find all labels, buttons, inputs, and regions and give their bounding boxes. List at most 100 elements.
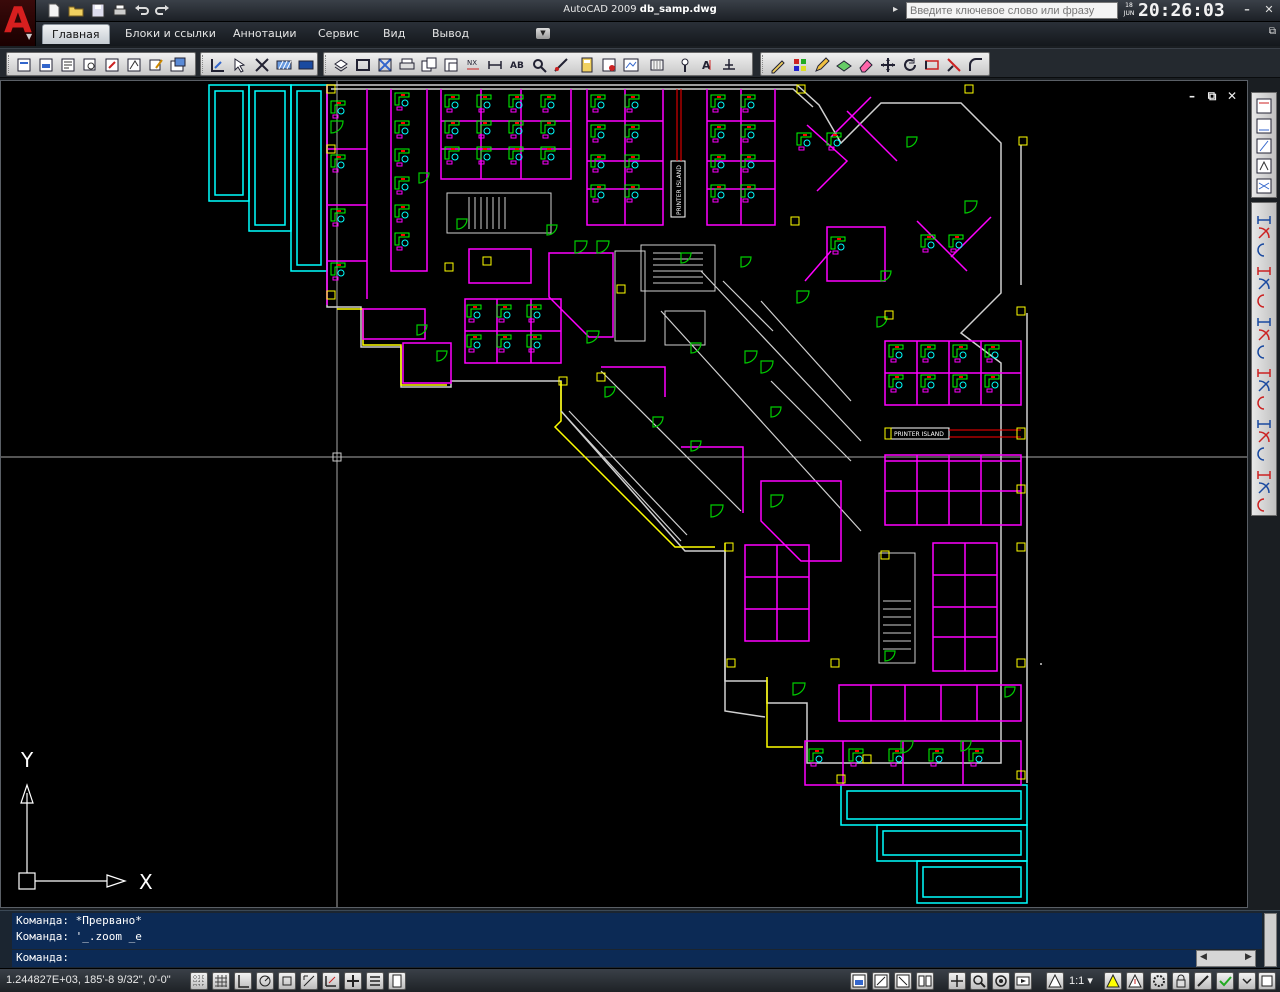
dim-linear-icon[interactable] <box>1255 207 1273 225</box>
paste-icon[interactable] <box>442 56 460 74</box>
status-menu-icon[interactable] <box>1238 972 1256 990</box>
rotate-icon[interactable] <box>901 56 919 74</box>
center-mark-icon[interactable] <box>1255 445 1273 463</box>
eraser-icon[interactable] <box>857 56 875 74</box>
tolerance-icon[interactable] <box>1255 428 1273 446</box>
quick-view-layouts-icon[interactable] <box>916 972 934 990</box>
pan-icon[interactable] <box>948 972 966 990</box>
dim-arc-length-icon[interactable] <box>1255 241 1273 259</box>
pin-icon[interactable] <box>676 56 694 74</box>
dim-diameter-icon[interactable] <box>1255 309 1273 327</box>
layer-state-icon[interactable] <box>835 56 853 74</box>
plotter-icon[interactable] <box>398 56 416 74</box>
hatch-icon[interactable] <box>275 56 293 74</box>
lineweight-icon[interactable] <box>366 972 384 990</box>
copy-icon[interactable] <box>420 56 438 74</box>
dim-aligned-side-icon[interactable] <box>1255 117 1273 135</box>
tab-tools[interactable]: Сервис <box>309 24 368 44</box>
print-icon[interactable] <box>111 2 129 19</box>
open-folder-icon[interactable] <box>67 2 85 19</box>
fillet-icon[interactable] <box>967 56 985 74</box>
tab-view[interactable]: Вид <box>374 24 414 44</box>
new-file-icon[interactable] <box>45 2 63 19</box>
isolate-objects-icon[interactable] <box>1216 972 1234 990</box>
redo-icon[interactable] <box>153 2 171 19</box>
dynamic-ucs-icon[interactable] <box>322 972 340 990</box>
dim-baseline-icon[interactable] <box>1255 360 1273 378</box>
lock-icon[interactable] <box>1172 972 1190 990</box>
attribute-icon[interactable] <box>530 56 548 74</box>
auto-scale-icon[interactable] <box>1126 972 1144 990</box>
trim-red-icon[interactable] <box>945 56 963 74</box>
pencil-icon[interactable] <box>813 56 831 74</box>
ortho-mode-icon[interactable] <box>234 972 252 990</box>
ribbon-minimize-icon[interactable]: ▼ <box>536 28 550 39</box>
search-expand-icon[interactable]: ▸ <box>893 4 898 15</box>
calculator-icon[interactable] <box>578 56 596 74</box>
zoom-window-icon[interactable] <box>81 56 99 74</box>
dim-continue-icon[interactable] <box>1255 377 1273 395</box>
stretch-icon[interactable] <box>923 56 941 74</box>
plot-preview-icon[interactable] <box>59 56 77 74</box>
application-menu-button[interactable]: A ▼ <box>0 0 36 46</box>
rectangle-icon[interactable] <box>354 56 372 74</box>
drawing-area[interactable]: PRINTER ISLAND PRINTER ISLAND Y X – ⧉ ✕ <box>0 80 1248 908</box>
dim-linear-side-icon[interactable] <box>1255 97 1273 115</box>
dim-break-icon[interactable] <box>1255 411 1273 429</box>
layout1-icon[interactable] <box>872 972 890 990</box>
markup-icon[interactable] <box>622 56 640 74</box>
dim-jogged-icon[interactable] <box>1255 292 1273 310</box>
dim-radius-side-icon[interactable] <box>1255 177 1273 195</box>
align-icon[interactable] <box>209 56 227 74</box>
trim-icon[interactable] <box>253 56 271 74</box>
zoom-icon[interactable] <box>970 972 988 990</box>
measure-icon[interactable] <box>552 56 570 74</box>
annotation-scale-icon[interactable] <box>1046 972 1064 990</box>
dim-space-icon[interactable] <box>1255 394 1273 412</box>
dim-ordinate-icon[interactable] <box>1255 258 1273 276</box>
hardware-acceleration-icon[interactable] <box>1194 972 1212 990</box>
annotation-visibility-icon[interactable] <box>1104 972 1122 990</box>
dim-angular-icon[interactable] <box>1255 326 1273 344</box>
workspace-settings-icon[interactable] <box>1150 972 1168 990</box>
layer-properties-icon[interactable] <box>332 56 350 74</box>
layout-icon[interactable] <box>15 56 33 74</box>
dynamic-input-icon[interactable] <box>344 972 362 990</box>
move-icon[interactable] <box>879 56 897 74</box>
grid-display-icon[interactable] <box>212 972 230 990</box>
viewport-restore-icon[interactable]: ⧉ <box>1205 89 1219 103</box>
batch-plot-icon[interactable] <box>125 56 143 74</box>
viewport-minimize-icon[interactable]: – <box>1185 89 1199 103</box>
gradient-icon[interactable] <box>297 56 315 74</box>
command-scrollbar[interactable]: ◀ ▶ <box>1196 950 1256 967</box>
clean-screen-icon[interactable] <box>1258 972 1276 990</box>
minimize-icon[interactable]: – <box>1240 3 1254 17</box>
dim-inspect-icon[interactable] <box>1255 462 1273 480</box>
find-icon[interactable]: AB <box>508 56 526 74</box>
search-input[interactable] <box>906 2 1118 19</box>
dim-radius-icon[interactable] <box>1255 275 1273 293</box>
dim-aligned-icon[interactable] <box>1255 224 1273 242</box>
restore-icon[interactable]: ⧉ <box>1269 26 1276 37</box>
showmotion-icon[interactable] <box>1014 972 1032 990</box>
dim-linear-icon[interactable] <box>720 56 738 74</box>
osnap-tracking-icon[interactable] <box>300 972 318 990</box>
page-setup-icon[interactable] <box>37 56 55 74</box>
dim-style-icon[interactable] <box>1255 496 1273 514</box>
layout2-icon[interactable] <box>894 972 912 990</box>
quick-dim-icon[interactable] <box>1255 343 1273 361</box>
dim-ordinate-side-icon[interactable] <box>1255 157 1273 175</box>
edit-block-icon[interactable] <box>147 56 165 74</box>
sheet-set-icon[interactable] <box>169 56 187 74</box>
edit-text-icon[interactable] <box>769 56 787 74</box>
command-input[interactable] <box>98 951 1188 965</box>
text-style-icon[interactable]: A <box>698 56 716 74</box>
scroll-left-icon[interactable]: ◀ <box>1200 952 1207 962</box>
xref-icon[interactable] <box>376 56 394 74</box>
command-vertical-scrollbar[interactable] <box>1264 913 1277 967</box>
steering-wheel-icon[interactable] <box>992 972 1010 990</box>
arrow-select-icon[interactable] <box>231 56 249 74</box>
tab-annotate[interactable]: Аннотации <box>224 24 306 44</box>
quick-properties-icon[interactable] <box>388 972 406 990</box>
snap-mode-icon[interactable] <box>190 972 208 990</box>
